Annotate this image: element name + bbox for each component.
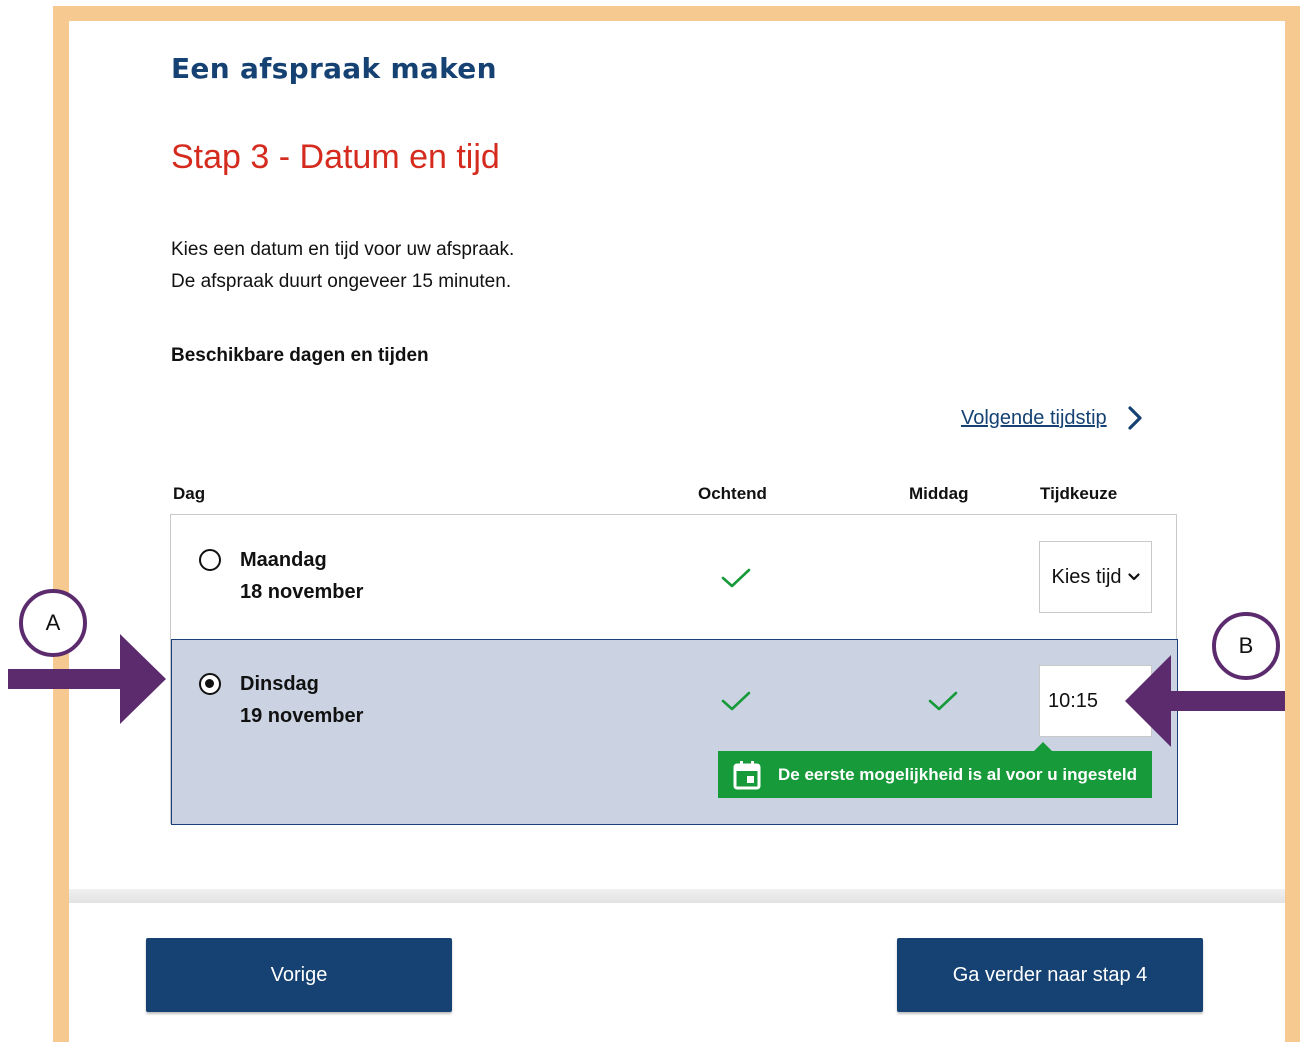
- footer-divider: [69, 889, 1285, 903]
- day-name-tuesday: Dinsdag: [240, 673, 319, 695]
- check-icon: [928, 691, 958, 711]
- step-title: Stap 3 - Datum en tijd: [171, 138, 500, 176]
- chevron-down-icon: [1127, 573, 1140, 581]
- annotation-marker-a: A: [19, 589, 87, 657]
- day-name-monday: Maandag: [240, 549, 327, 571]
- available-days-heading: Beschikbare dagen en tijden: [171, 345, 429, 366]
- intro-text: Kies een datum en tijd voor uw afspraak.…: [171, 234, 514, 298]
- radio-tuesday[interactable]: [199, 673, 221, 695]
- page-brand-title: Een afspraak maken: [171, 52, 497, 85]
- calendar-icon: [733, 760, 761, 789]
- chevron-right-icon: [1128, 406, 1142, 430]
- column-header-morning: Ochtend: [698, 484, 767, 503]
- column-header-time: Tijdkeuze: [1040, 484, 1118, 503]
- time-select-value: 10:15: [1048, 689, 1099, 712]
- intro-line-1: Kies een datum en tijd voor uw afspraak.: [171, 239, 515, 260]
- radio-monday[interactable]: [199, 549, 221, 571]
- tooltip-text: De eerste mogelijkheid is al voor u inge…: [778, 764, 1138, 784]
- column-header-afternoon: Middag: [909, 484, 969, 503]
- previous-button[interactable]: Vorige: [146, 938, 452, 1012]
- continue-button[interactable]: Ga verder naar stap 4: [897, 938, 1203, 1012]
- next-time-link[interactable]: Volgende tijdstip: [961, 405, 1147, 431]
- day-date-tuesday: 19 november: [240, 705, 364, 727]
- day-date-monday: 18 november: [240, 581, 364, 603]
- intro-line-2: De afspraak duurt ongeveer 15 minuten.: [171, 271, 512, 292]
- next-time-label: Volgende tijdstip: [961, 406, 1107, 429]
- annotation-marker-b: B: [1212, 612, 1280, 680]
- check-icon: [721, 568, 751, 588]
- time-select-monday[interactable]: Kies tijd: [1039, 541, 1152, 613]
- auto-set-tooltip: De eerste mogelijkheid is al voor u inge…: [718, 742, 1152, 798]
- check-icon: [721, 691, 751, 711]
- column-header-day: Dag: [173, 484, 206, 503]
- time-select-label: Kies tijd: [1051, 565, 1122, 588]
